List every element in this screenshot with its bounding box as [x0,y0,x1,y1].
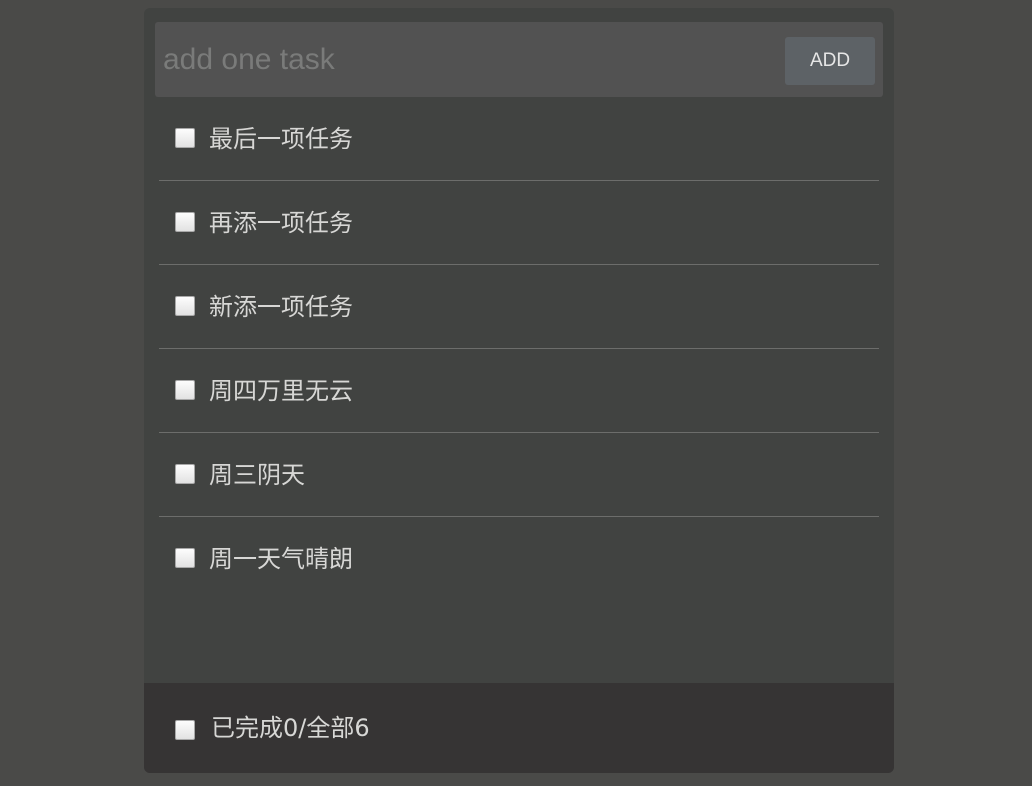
task-label: 新添一项任务 [209,293,353,321]
task-checkbox[interactable] [175,380,195,400]
task-item: 周一天气晴朗 [159,517,879,600]
task-item: 最后一项任务 [159,97,879,181]
task-input-bar: ADD [155,22,883,97]
task-label: 再添一项任务 [209,209,353,237]
task-label: 周一天气晴朗 [209,545,353,573]
task-list: 最后一项任务 再添一项任务 新添一项任务 周四万里无云 周三阴天 周一天气晴朗 [159,97,879,600]
select-all-checkbox[interactable] [175,720,195,740]
task-item: 周四万里无云 [159,349,879,433]
task-checkbox[interactable] [175,212,195,232]
todo-app: ADD 最后一项任务 再添一项任务 新添一项任务 周四万里无云 周三阴天 周一天… [144,8,894,773]
task-checkbox[interactable] [175,296,195,316]
task-checkbox[interactable] [175,548,195,568]
task-item: 新添一项任务 [159,265,879,349]
completion-summary: 已完成0/全部6 [211,714,370,742]
task-label: 最后一项任务 [209,125,353,153]
add-task-button[interactable]: ADD [785,37,875,85]
task-item: 周三阴天 [159,433,879,517]
task-label: 周四万里无云 [209,377,353,405]
task-label: 周三阴天 [209,461,305,489]
task-footer: 已完成0/全部6 [144,683,894,773]
task-input[interactable] [163,36,763,84]
task-checkbox[interactable] [175,128,195,148]
task-item: 再添一项任务 [159,181,879,265]
task-checkbox[interactable] [175,464,195,484]
